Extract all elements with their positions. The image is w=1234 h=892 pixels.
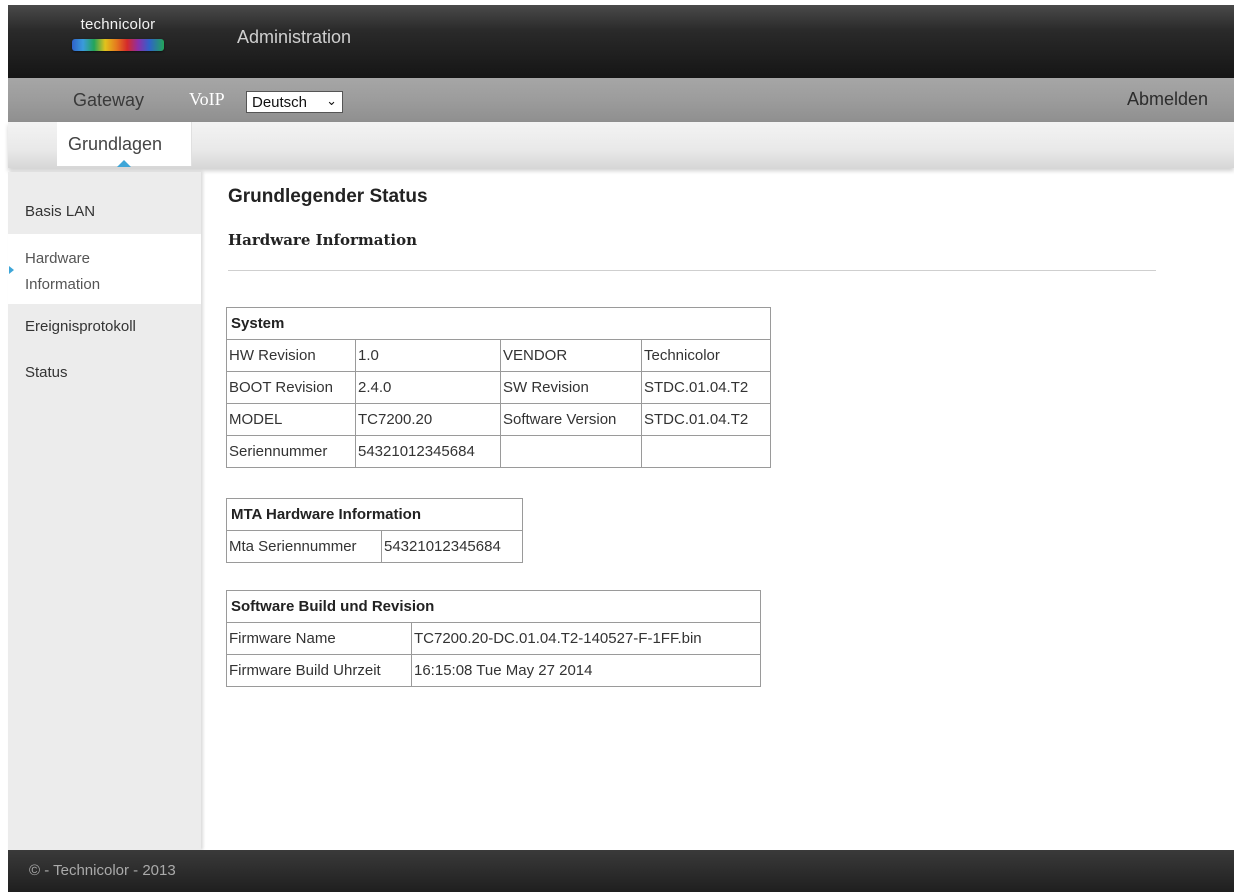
- divider: [228, 270, 1156, 271]
- mta-table: MTA Hardware Information Mta Seriennumme…: [226, 498, 523, 563]
- table-row: Seriennummer 54321012345684: [226, 435, 771, 468]
- system-label: BOOT Revision: [226, 371, 356, 404]
- system-value: TC7200.20: [355, 403, 501, 436]
- system-table: System HW Revision 1.0 VENDOR Technicolo…: [226, 307, 771, 468]
- logo-text: technicolor: [80, 16, 156, 33]
- sub-nav: Grundlagen: [8, 122, 1234, 168]
- system-value: Technicolor: [641, 339, 771, 372]
- software-label: Firmware Name: [226, 622, 412, 655]
- system-label: [500, 435, 642, 468]
- footer: © - Technicolor - 2013: [8, 850, 1234, 892]
- technicolor-logo[interactable]: technicolor: [66, 16, 170, 62]
- active-item-marker-icon: [9, 266, 14, 274]
- system-value: STDC.01.04.T2: [641, 403, 771, 436]
- mta-label: Mta Seriennummer: [226, 530, 382, 563]
- sidebar-item-basis-lan[interactable]: Basis LAN: [8, 172, 201, 234]
- system-label: SW Revision: [500, 371, 642, 404]
- software-label: Firmware Build Uhrzeit: [226, 654, 412, 687]
- language-select[interactable]: Deutsch ⌄: [246, 91, 343, 113]
- nav-gateway-link[interactable]: Gateway: [73, 90, 144, 111]
- system-label: Software Version: [500, 403, 642, 436]
- sidebar-item-label: Ereignisprotokoll: [25, 318, 136, 335]
- main-nav: Gateway VoIP Deutsch ⌄ Abmelden: [8, 78, 1234, 122]
- software-table-header: Software Build und Revision: [226, 590, 761, 623]
- chevron-down-icon: ⌄: [326, 93, 337, 108]
- sidebar-item-label-line1: Hardware: [25, 250, 91, 267]
- logout-link[interactable]: Abmelden: [1127, 89, 1208, 110]
- system-label: Seriennummer: [226, 435, 356, 468]
- tab-grundlagen[interactable]: Grundlagen: [57, 122, 192, 167]
- table-row: HW Revision 1.0 VENDOR Technicolor: [226, 339, 771, 372]
- software-value: 16:15:08 Tue May 27 2014: [411, 654, 761, 687]
- table-row: BOOT Revision 2.4.0 SW Revision STDC.01.…: [226, 371, 771, 404]
- sidebar-item-hardware-information[interactable]: Hardware Information: [8, 234, 201, 304]
- sidebar-item-label-line2: Information: [25, 276, 101, 293]
- section-subtitle: Hardware Information: [228, 231, 417, 249]
- page-title: Grundlegender Status: [228, 186, 428, 207]
- logo-color-bar-icon: [72, 39, 164, 51]
- mta-value: 54321012345684: [381, 530, 523, 563]
- table-row: Firmware Build Uhrzeit 16:15:08 Tue May …: [226, 654, 761, 687]
- sidebar-item-ereignisprotokoll[interactable]: Ereignisprotokoll: [8, 304, 201, 350]
- system-value: STDC.01.04.T2: [641, 371, 771, 404]
- page-header-title: Administration: [237, 27, 352, 47]
- system-label: HW Revision: [226, 339, 356, 372]
- mta-table-header: MTA Hardware Information: [226, 498, 523, 531]
- sidebar-item-label: Status: [25, 364, 68, 381]
- system-value: 2.4.0: [355, 371, 501, 404]
- sidebar-item-label: Basis LAN: [25, 203, 96, 220]
- sidebar: Basis LAN Hardware Information Ereignisp…: [8, 172, 201, 850]
- system-label: MODEL: [226, 403, 356, 436]
- language-select-value: Deutsch: [252, 94, 308, 111]
- footer-copyright: © - Technicolor - 2013: [29, 862, 176, 879]
- system-value: 54321012345684: [355, 435, 501, 468]
- software-table: Software Build und Revision Firmware Nam…: [226, 590, 761, 687]
- software-value: TC7200.20-DC.01.04.T2-140527-F-1FF.bin: [411, 622, 761, 655]
- nav-voip-link[interactable]: VoIP: [189, 89, 225, 110]
- system-value: [641, 435, 771, 468]
- active-tab-caret-icon: [117, 160, 131, 167]
- sidebar-item-status[interactable]: Status: [8, 350, 201, 396]
- table-row: MODEL TC7200.20 Software Version STDC.01…: [226, 403, 771, 436]
- system-label: VENDOR: [500, 339, 642, 372]
- table-row: Mta Seriennummer 54321012345684: [226, 530, 523, 563]
- tab-grundlagen-label: Grundlagen: [68, 134, 163, 154]
- table-row: Firmware Name TC7200.20-DC.01.04.T2-1405…: [226, 622, 761, 655]
- top-header: technicolor Administration: [8, 5, 1234, 78]
- system-table-header: System: [226, 307, 771, 340]
- system-value: 1.0: [355, 339, 501, 372]
